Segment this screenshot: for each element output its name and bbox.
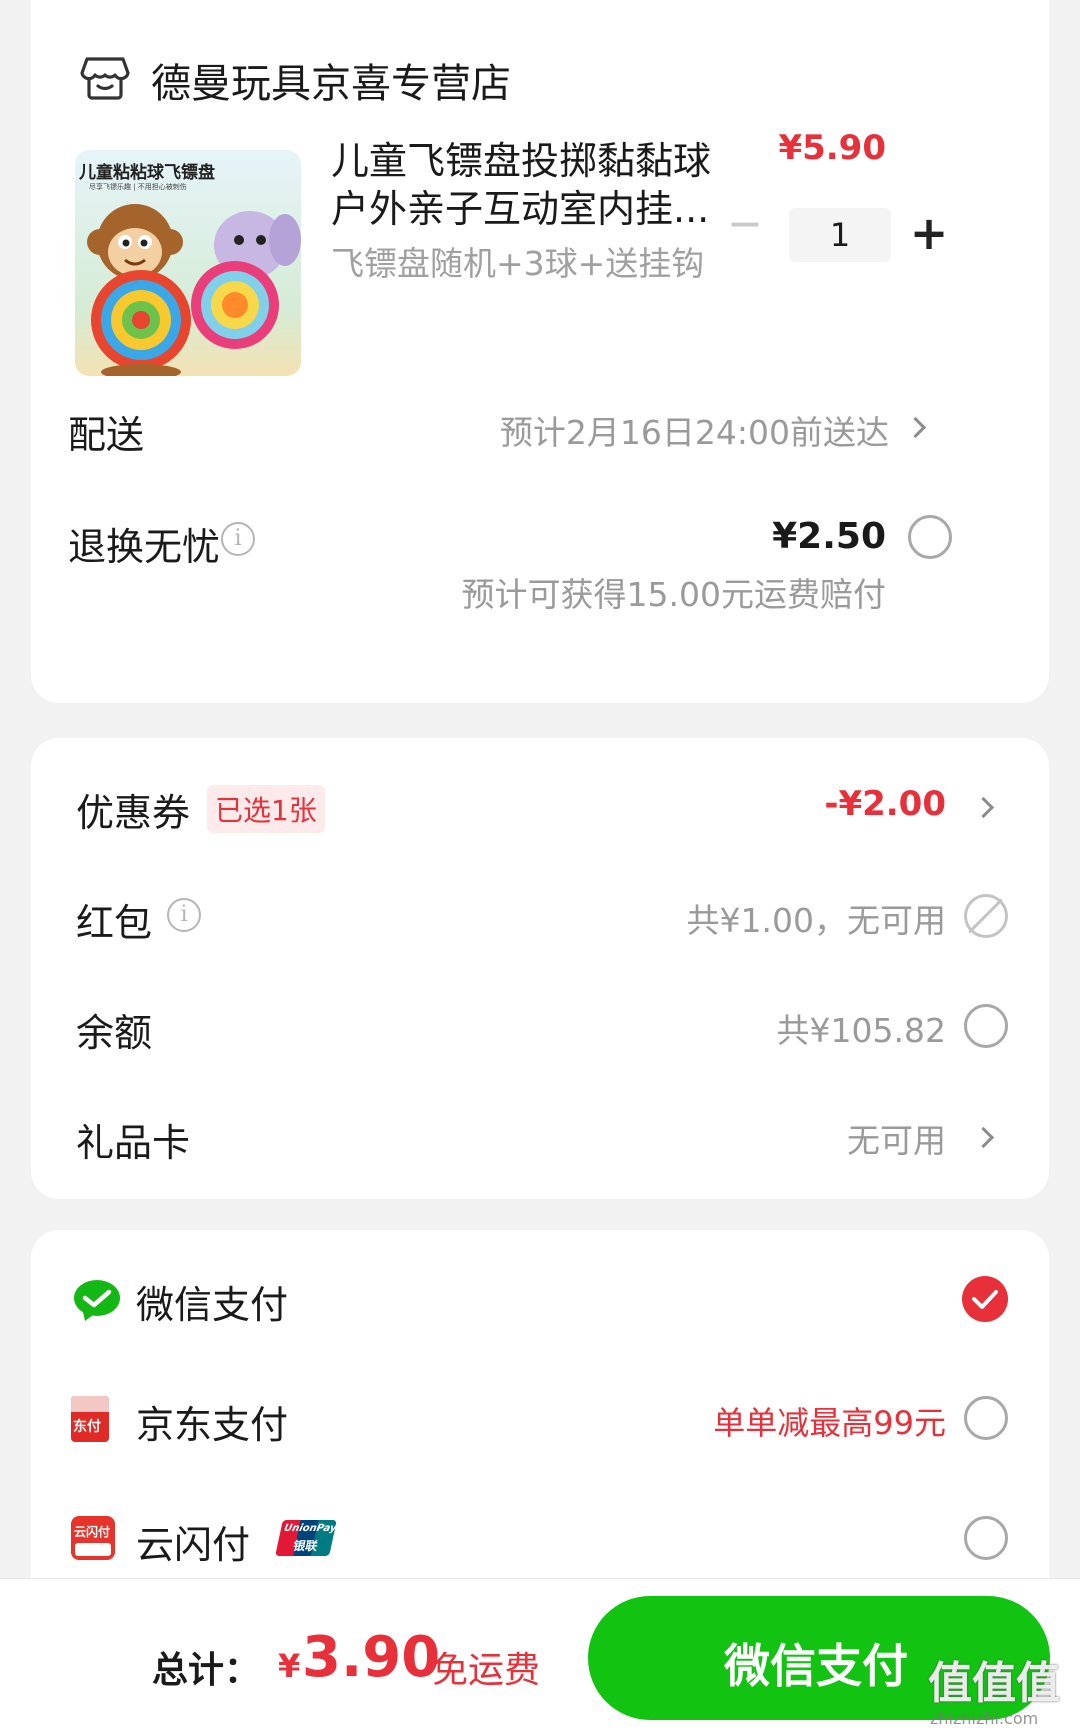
- product-title-line2[interactable]: 户外亲子互动室内挂...: [331, 178, 709, 233]
- total-amount: 3.90: [302, 1625, 441, 1690]
- wechat-pay-icon: [73, 1278, 121, 1322]
- payment-option-jd[interactable]: 东付 京东支付 单单减最高99元: [31, 1380, 1049, 1460]
- product-price: ¥5.90: [778, 128, 886, 168]
- return-insurance-price: ¥2.50: [772, 516, 886, 557]
- quantity-decrease-button[interactable]: —: [721, 200, 769, 248]
- unionpay-radio[interactable]: [964, 1516, 1008, 1560]
- return-insurance-row[interactable]: 退换无忧 i ¥2.50 预计可获得15.00元运费赔付: [31, 510, 1049, 620]
- quickpass-icon-text: 云闪付: [74, 1525, 111, 1539]
- store-header[interactable]: 德曼玩具京喜专营店: [79, 45, 599, 115]
- return-insurance-note: 预计可获得15.00元运费赔付: [461, 575, 886, 614]
- product-thumbnail[interactable]: 儿童粘粘球飞镖盘 尽享飞镖乐趣 | 不用担心被刺伤: [75, 150, 301, 376]
- red-packet-row[interactable]: 红包 i 共¥1.00，无可用: [31, 878, 1049, 958]
- jd-pay-icon: 东付: [71, 1396, 109, 1442]
- checkout-bar: 总计： ¥ 3.90 免运费 微信支付 值值值 zhizhizhi.com: [0, 1578, 1080, 1735]
- product-title-line1[interactable]: 儿童飞镖盘投掷黏黏球: [331, 130, 711, 185]
- unionpay-badge-cn: 银联: [291, 1539, 319, 1553]
- unionpay-label: 云闪付: [136, 1523, 251, 1567]
- balance-row[interactable]: 余额 共¥105.82: [31, 988, 1049, 1068]
- balance-label: 余额: [76, 1011, 153, 1055]
- shipping-free-label: 免运费: [432, 1650, 541, 1691]
- order-card: 德曼玩具京喜专营店 儿童粘粘球飞镖盘 尽享飞镖乐趣 | 不用担心被刺伤 儿童飞镖…: [31, 0, 1049, 703]
- unionpay-badge-text: UnionPay: [282, 1523, 338, 1534]
- info-icon[interactable]: i: [167, 898, 201, 932]
- product-variant[interactable]: 飞镖盘随机+3球+送挂钩: [331, 237, 704, 285]
- discount-card: 优惠券 已选1张 -¥2.00 红包 i 共¥1.00，无可用 余额 共¥105…: [31, 738, 1049, 1199]
- disabled-icon: [964, 894, 1008, 938]
- store-icon: [79, 51, 131, 103]
- payment-option-unionpay[interactable]: 云闪付 云闪付 UnionPay 银联: [31, 1500, 1049, 1580]
- balance-value: 共¥105.82: [776, 1011, 946, 1050]
- balance-radio[interactable]: [964, 1004, 1008, 1048]
- payment-option-wechat[interactable]: 微信支付: [31, 1260, 1049, 1340]
- chevron-right-icon: [972, 1126, 995, 1149]
- wechat-pay-submit-label: 微信支付: [724, 1639, 908, 1693]
- delivery-label: 配送: [68, 413, 145, 457]
- gift-card-label: 礼品卡: [76, 1121, 191, 1165]
- quantity-increase-button[interactable]: +: [905, 208, 953, 262]
- return-insurance-radio[interactable]: [908, 515, 952, 559]
- coupon-selected-badge: 已选1张: [207, 785, 325, 833]
- gift-card-value: 无可用: [847, 1121, 946, 1160]
- jd-pay-label: 京东支付: [136, 1403, 289, 1447]
- jd-pay-radio[interactable]: [964, 1396, 1008, 1440]
- delivery-estimate: 预计2月16日24:00前送达: [499, 413, 889, 452]
- red-packet-label: 红包: [76, 901, 153, 945]
- chevron-right-icon: [904, 416, 927, 439]
- quantity-value[interactable]: 1: [789, 208, 891, 262]
- total-currency: ¥: [278, 1647, 301, 1685]
- store-name: 德曼玩具京喜专营店: [151, 61, 511, 107]
- coupon-discount-value: -¥2.00: [824, 784, 946, 824]
- red-packet-value: 共¥1.00，无可用: [686, 901, 946, 940]
- disabled-slash: [968, 898, 1003, 934]
- coupon-row[interactable]: 优惠券 已选1张 -¥2.00: [31, 768, 1049, 848]
- jd-pay-icon-stripe: [71, 1396, 109, 1412]
- watermark-url: zhizhizhi.com: [930, 1709, 1039, 1728]
- total-label: 总计：: [152, 1650, 261, 1691]
- quickpass-icon-base: [75, 1543, 111, 1556]
- return-insurance-label: 退换无忧: [68, 525, 221, 569]
- info-icon[interactable]: i: [221, 522, 255, 556]
- jd-pay-promo: 单单减最高99元: [713, 1404, 946, 1442]
- selected-check-icon[interactable]: [962, 1276, 1008, 1322]
- quickpass-icon: 云闪付: [71, 1516, 115, 1560]
- delivery-row[interactable]: 配送 预计2月16日24:00前送达: [31, 390, 1049, 460]
- unionpay-icon: UnionPay 银联: [275, 1520, 338, 1556]
- wechat-pay-label: 微信支付: [136, 1283, 289, 1327]
- jd-pay-icon-text: 东付: [73, 1419, 101, 1435]
- product-image-illustration: [87, 204, 301, 376]
- gift-card-row[interactable]: 礼品卡 无可用: [31, 1098, 1049, 1178]
- coupon-label: 优惠券: [76, 791, 191, 835]
- chevron-right-icon: [972, 796, 995, 819]
- watermark: 值值值: [928, 1658, 1060, 1709]
